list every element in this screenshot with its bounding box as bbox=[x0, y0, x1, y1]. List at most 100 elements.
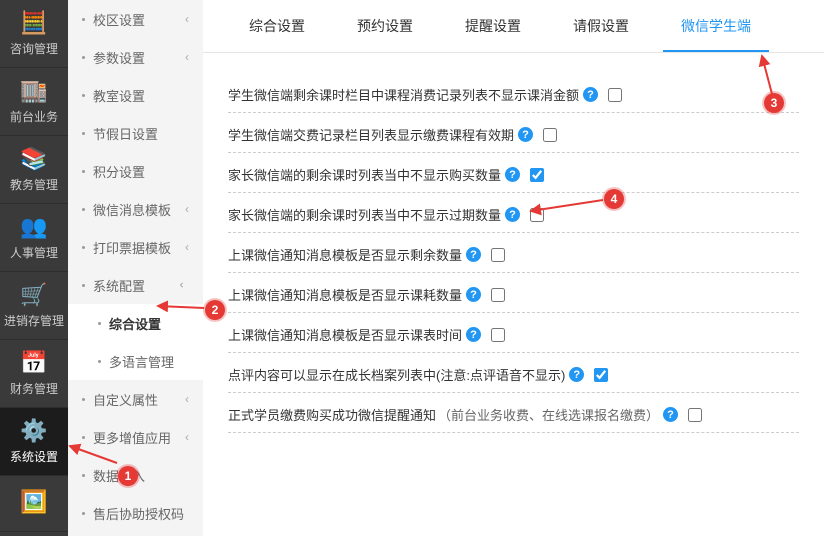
setting-checkbox[interactable] bbox=[688, 408, 702, 422]
setting-checkbox[interactable] bbox=[491, 288, 505, 302]
setting-note: （前台业务收费、在线选课报名缴费） bbox=[438, 405, 659, 424]
sub-nav-label: 参数设置 bbox=[93, 48, 145, 67]
calculator-icon: 🧮 bbox=[20, 10, 47, 36]
setting-row: 上课微信通知消息模板是否显示课耗数量? bbox=[228, 273, 799, 313]
main-nav-label: 教务管理 bbox=[10, 176, 58, 193]
help-icon[interactable]: ? bbox=[518, 127, 533, 142]
help-icon[interactable]: ? bbox=[663, 407, 678, 422]
chevron-right-icon: ‹ bbox=[185, 430, 189, 444]
sub-nav-label: 打印票据模板 bbox=[93, 238, 171, 257]
setting-row: 点评内容可以显示在成长档案列表中(注意:点评语音不显示)? bbox=[228, 353, 799, 393]
setting-row: 家长微信端的剩余课时列表当中不显示过期数量? bbox=[228, 193, 799, 233]
setting-row: 学生微信端剩余课时栏目中课程消费记录列表不显示课消金额? bbox=[228, 73, 799, 113]
annotation-marker-4: 4 bbox=[604, 189, 624, 209]
bullet-icon bbox=[82, 132, 85, 135]
setting-label: 上课微信通知消息模板是否显示课耗数量 bbox=[228, 285, 462, 304]
setting-checkbox[interactable] bbox=[608, 88, 622, 102]
tab[interactable]: 微信学生端 bbox=[663, 0, 769, 52]
users-icon: 👥 bbox=[20, 214, 47, 240]
chevron-right-icon: ⌄ bbox=[177, 280, 191, 290]
sub-nav-item[interactable]: 微信消息模板 ‹ bbox=[68, 190, 203, 228]
chevron-right-icon: ‹ bbox=[185, 50, 189, 64]
setting-checkbox[interactable] bbox=[491, 248, 505, 262]
help-icon[interactable]: ? bbox=[466, 327, 481, 342]
store-icon: 🏬 bbox=[20, 78, 47, 104]
main-nav-item-consult[interactable]: 🧮 咨询管理 bbox=[0, 0, 68, 68]
setting-checkbox[interactable] bbox=[543, 128, 557, 142]
bullet-icon bbox=[82, 208, 85, 211]
bullet-icon bbox=[82, 246, 85, 249]
sub-nav-label: 售后协助授权码 bbox=[93, 504, 184, 523]
sub-nav-item[interactable]: 系统配置 ⌄ bbox=[68, 266, 203, 304]
help-icon[interactable]: ? bbox=[505, 207, 520, 222]
image-icon: 🖼️ bbox=[20, 489, 47, 515]
sub-nav-item[interactable]: 校区设置 ‹ bbox=[68, 0, 203, 38]
main-nav-item-academic[interactable]: 📚 教务管理 bbox=[0, 136, 68, 204]
help-icon[interactable]: ? bbox=[505, 167, 520, 182]
bullet-icon bbox=[82, 512, 85, 515]
main-nav: 🧮 咨询管理 🏬 前台业务 📚 教务管理 👥 人事管理 🛒 进销存管理 📅 财务… bbox=[0, 0, 68, 536]
main-nav-item-inventory[interactable]: 🛒 进销存管理 bbox=[0, 272, 68, 340]
setting-label: 正式学员缴费购买成功微信提醒通知 bbox=[228, 405, 436, 424]
main-nav-item-system[interactable]: ⚙️ 系统设置 bbox=[0, 408, 68, 476]
setting-label: 家长微信端的剩余课时列表当中不显示购买数量 bbox=[228, 165, 501, 184]
main-nav-label: 财务管理 bbox=[10, 380, 58, 397]
sub-nav-child-item[interactable]: 多语言管理 bbox=[68, 342, 203, 380]
chevron-right-icon: ‹ bbox=[185, 202, 189, 216]
sub-nav-item[interactable]: 售后协助授权码 bbox=[68, 494, 203, 532]
book-icon: 📚 bbox=[20, 146, 47, 172]
tab[interactable]: 预约设置 bbox=[339, 0, 431, 52]
main-nav-item-more[interactable]: 🖼️ bbox=[0, 476, 68, 532]
sub-nav-children: 综合设置多语言管理 bbox=[68, 304, 203, 380]
setting-checkbox[interactable] bbox=[530, 168, 544, 182]
main-nav-item-frontdesk[interactable]: 🏬 前台业务 bbox=[0, 68, 68, 136]
sub-nav-child-item[interactable]: 综合设置 bbox=[68, 304, 203, 342]
bullet-icon bbox=[82, 284, 85, 287]
setting-label: 学生微信端剩余课时栏目中课程消费记录列表不显示课消金额 bbox=[228, 85, 579, 104]
setting-checkbox[interactable] bbox=[594, 368, 608, 382]
sub-nav-label: 多语言管理 bbox=[109, 352, 174, 371]
setting-row: 上课微信通知消息模板是否显示剩余数量? bbox=[228, 233, 799, 273]
help-icon[interactable]: ? bbox=[466, 247, 481, 262]
sub-nav-item[interactable]: 积分设置 bbox=[68, 152, 203, 190]
sub-nav-item[interactable]: 自定义属性‹ bbox=[68, 380, 203, 418]
bullet-icon bbox=[82, 398, 85, 401]
sub-nav-label: 更多增值应用 bbox=[93, 428, 171, 447]
annotation-marker-3: 3 bbox=[764, 93, 784, 113]
sub-nav-item[interactable]: 打印票据模板 ‹ bbox=[68, 228, 203, 266]
main-nav-item-finance[interactable]: 📅 财务管理 bbox=[0, 340, 68, 408]
setting-label: 学生微信端交费记录栏目列表显示缴费课程有效期 bbox=[228, 125, 514, 144]
sub-nav-item[interactable]: 节假日设置 bbox=[68, 114, 203, 152]
sub-nav-label: 校区设置 bbox=[93, 10, 145, 29]
help-icon[interactable]: ? bbox=[466, 287, 481, 302]
bullet-icon bbox=[82, 436, 85, 439]
sub-nav-label: 系统配置 bbox=[93, 276, 145, 295]
chevron-right-icon: ‹ bbox=[185, 240, 189, 254]
main-nav-label: 进销存管理 bbox=[4, 312, 64, 329]
setting-checkbox[interactable] bbox=[491, 328, 505, 342]
sub-nav-label: 微信消息模板 bbox=[93, 200, 171, 219]
tab[interactable]: 提醒设置 bbox=[447, 0, 539, 52]
chevron-right-icon: ‹ bbox=[185, 12, 189, 26]
sub-nav-item[interactable]: 教室设置 bbox=[68, 76, 203, 114]
setting-row: 学生微信端交费记录栏目列表显示缴费课程有效期? bbox=[228, 113, 799, 153]
help-icon[interactable]: ? bbox=[583, 87, 598, 102]
bullet-icon bbox=[82, 18, 85, 21]
tab-overflow[interactable] bbox=[785, 0, 793, 52]
main-nav-label: 人事管理 bbox=[10, 244, 58, 261]
sub-nav-label: 积分设置 bbox=[93, 162, 145, 181]
sub-nav-item[interactable]: 参数设置 ‹ bbox=[68, 38, 203, 76]
tab[interactable]: 请假设置 bbox=[555, 0, 647, 52]
chevron-right-icon: ‹ bbox=[185, 392, 189, 406]
settings-list: 学生微信端剩余课时栏目中课程消费记录列表不显示课消金额?学生微信端交费记录栏目列… bbox=[203, 53, 824, 443]
calendar-icon: 📅 bbox=[20, 350, 47, 376]
help-icon[interactable]: ? bbox=[569, 367, 584, 382]
tabs: 综合设置预约设置提醒设置请假设置微信学生端 bbox=[203, 0, 824, 53]
setting-checkbox[interactable] bbox=[530, 208, 544, 222]
sub-nav-item[interactable]: 操作日志查看 bbox=[68, 532, 203, 536]
tab[interactable]: 综合设置 bbox=[231, 0, 323, 52]
setting-row: 正式学员缴费购买成功微信提醒通知（前台业务收费、在线选课报名缴费）? bbox=[228, 393, 799, 433]
main-nav-item-hr[interactable]: 👥 人事管理 bbox=[0, 204, 68, 272]
sub-nav-item[interactable]: 更多增值应用 ‹ bbox=[68, 418, 203, 456]
setting-label: 点评内容可以显示在成长档案列表中(注意:点评语音不显示) bbox=[228, 365, 565, 384]
